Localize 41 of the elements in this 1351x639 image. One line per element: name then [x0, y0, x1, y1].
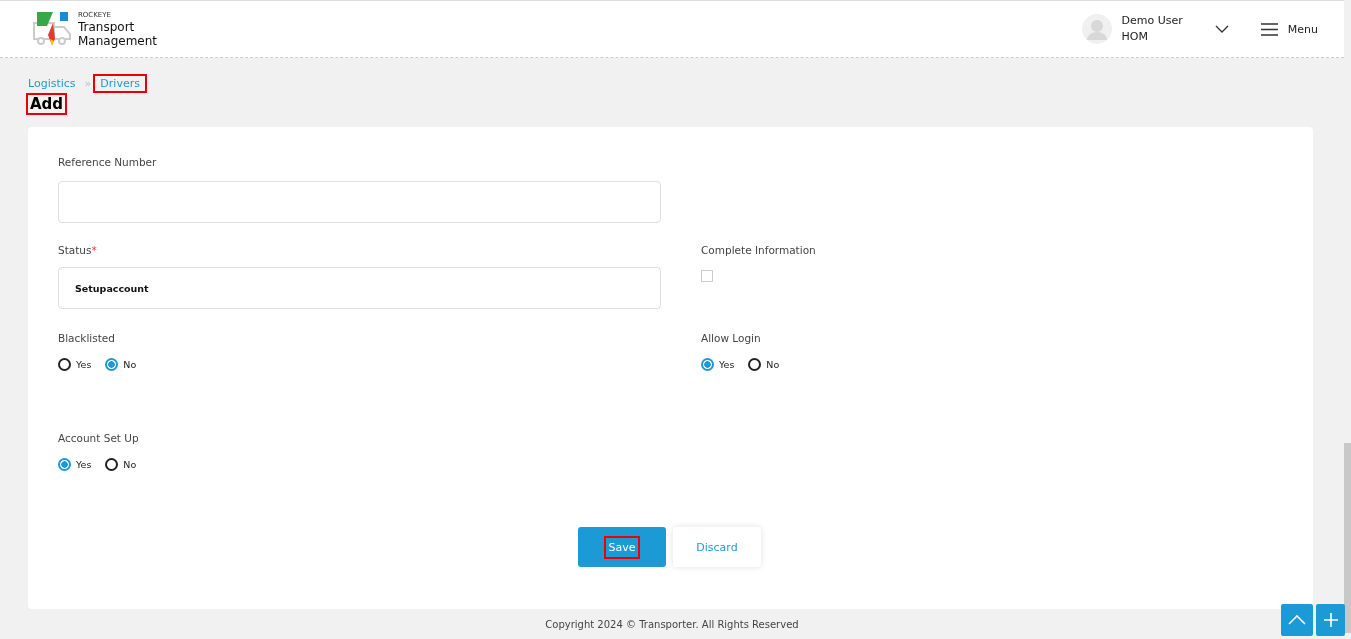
- discard-button[interactable]: Discard: [673, 527, 761, 567]
- scroll-top-button[interactable]: [1281, 604, 1313, 636]
- chevron-up-icon: [1288, 615, 1306, 625]
- field-label: Allow Login: [701, 331, 762, 346]
- user-role: HOM: [1121, 29, 1149, 45]
- field-label: Account Set Up: [58, 431, 140, 446]
- field-label: Blacklisted: [58, 331, 116, 346]
- radio-button[interactable]: [701, 358, 714, 371]
- page-title: Add: [28, 95, 66, 113]
- copyright-text: Copyright 2024 © Transporter. All Rights Reserved: [544, 619, 800, 630]
- add-button[interactable]: [1316, 604, 1345, 636]
- logo-title: Transport: [78, 19, 136, 34]
- breadcrumb-separator: »: [84, 76, 92, 90]
- menu-button[interactable]: Menu: [1260, 22, 1318, 36]
- radio-button[interactable]: [748, 358, 762, 371]
- plus-icon: [1323, 613, 1338, 627]
- radio-label: Yes: [76, 359, 92, 370]
- radio-button[interactable]: [58, 358, 71, 371]
- field-label: Complete Information: [701, 243, 817, 258]
- radio-label: No: [123, 459, 137, 470]
- scrollbar-thumb[interactable]: [1344, 443, 1351, 633]
- breadcrumb-link[interactable]: Drivers: [95, 75, 145, 91]
- radio-button[interactable]: [105, 358, 119, 371]
- logo-title: Management: [78, 33, 158, 48]
- radio-label: Yes: [719, 359, 735, 370]
- input-field[interactable]: [58, 181, 661, 223]
- field-label: Status*: [58, 243, 98, 258]
- menu-icon: [1260, 22, 1278, 36]
- radio-label: No: [123, 359, 137, 370]
- truck-logo-icon: [32, 11, 74, 47]
- field-label: Reference Number: [58, 155, 158, 170]
- user-name: Demo User: [1121, 13, 1183, 29]
- chevron-down-icon[interactable]: [1214, 25, 1229, 33]
- radio-button[interactable]: [58, 458, 71, 471]
- radio-button[interactable]: [105, 458, 119, 471]
- checkbox[interactable]: [701, 270, 713, 282]
- status-field[interactable]: Setupaccount: [58, 267, 661, 309]
- breadcrumb-link[interactable]: Logistics: [28, 75, 81, 91]
- radio-label: Yes: [76, 459, 92, 470]
- radio-label: No: [766, 359, 780, 370]
- save-button[interactable]: Save: [578, 527, 666, 567]
